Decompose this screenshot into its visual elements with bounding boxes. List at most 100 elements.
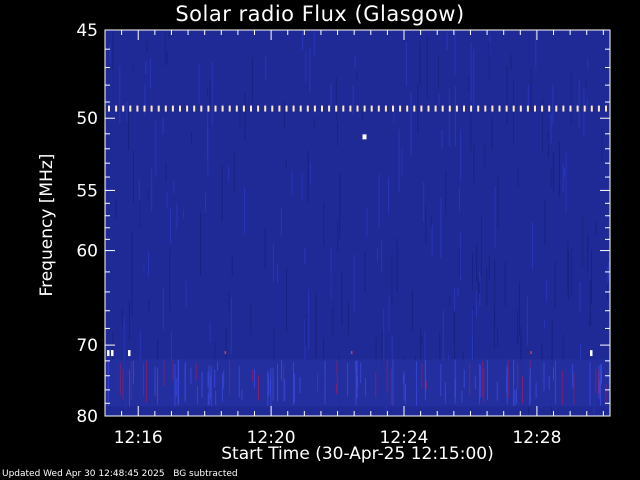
noise-streak xyxy=(176,203,178,229)
noise-streak xyxy=(109,44,111,64)
noise-streak xyxy=(244,93,246,140)
interference-dot xyxy=(342,105,345,112)
noise-streak xyxy=(183,209,185,219)
noise-streak xyxy=(438,56,440,89)
noise-streak xyxy=(168,30,170,40)
interference-dot xyxy=(115,105,118,112)
noise-streak xyxy=(601,127,603,162)
noise-streak xyxy=(221,165,223,222)
band-streak xyxy=(463,369,465,389)
noise-streak xyxy=(493,309,495,350)
noise-streak xyxy=(497,176,499,228)
band-streak xyxy=(478,364,480,405)
noise-streak xyxy=(264,227,266,270)
noise-streak xyxy=(244,188,245,235)
noise-streak xyxy=(146,41,148,54)
noise-streak xyxy=(162,287,164,330)
noise-streak xyxy=(305,51,307,83)
noise-streak xyxy=(494,185,496,249)
noise-streak xyxy=(121,309,123,326)
band-streak xyxy=(217,361,218,371)
band-streak xyxy=(267,373,269,396)
noise-streak xyxy=(304,318,306,362)
band-streak xyxy=(605,384,607,403)
noise-streak xyxy=(132,65,134,74)
noise-streak xyxy=(330,247,332,299)
band-streak xyxy=(258,374,259,401)
band-streak xyxy=(238,366,240,397)
noise-streak xyxy=(446,32,448,51)
plot-background xyxy=(105,30,610,416)
interference-dot xyxy=(534,105,536,112)
interference-dot xyxy=(271,105,274,112)
interference-dot xyxy=(455,105,458,112)
noise-streak xyxy=(568,250,570,301)
band-streak xyxy=(190,367,192,384)
noise-streak xyxy=(544,199,546,246)
interference-dot xyxy=(406,105,409,112)
noise-streak xyxy=(162,118,164,135)
interference-dot xyxy=(363,105,366,112)
interference-dot xyxy=(228,105,231,112)
interference-dot xyxy=(512,105,515,112)
band-streak xyxy=(283,364,285,401)
interference-dot xyxy=(605,105,607,112)
noise-streak xyxy=(497,329,499,347)
interference-dot xyxy=(491,105,494,112)
noise-streak xyxy=(185,280,187,308)
noise-streak xyxy=(405,42,407,86)
band-streak xyxy=(507,359,509,398)
band-streak xyxy=(573,373,575,405)
band-streak xyxy=(415,361,417,407)
band-streak xyxy=(122,369,124,400)
noise-streak xyxy=(506,66,508,126)
interference-dot xyxy=(150,105,153,112)
band-streak xyxy=(474,375,476,389)
interference-dot xyxy=(242,105,245,112)
noise-streak xyxy=(337,222,339,252)
band-streak xyxy=(229,360,231,395)
noise-streak xyxy=(211,61,213,126)
noise-streak xyxy=(431,222,433,255)
band-streak xyxy=(483,368,485,403)
interference-dot xyxy=(285,105,288,112)
band-streak xyxy=(241,390,243,400)
band-streak xyxy=(522,376,523,404)
noise-streak xyxy=(366,208,368,238)
noise-streak xyxy=(562,163,564,193)
noise-streak xyxy=(239,106,241,126)
noise-streak xyxy=(587,234,589,274)
noise-streak xyxy=(151,168,153,213)
noise-streak xyxy=(587,59,589,69)
noise-streak xyxy=(396,237,398,293)
interference-dot xyxy=(370,105,373,112)
y-tick-label: 60 xyxy=(76,242,98,262)
noise-streak xyxy=(606,266,608,285)
band-streak xyxy=(272,367,274,401)
noise-streak xyxy=(147,189,149,202)
band-streak xyxy=(425,360,427,393)
x-tick-label: 12:20 xyxy=(247,428,296,448)
band-streak xyxy=(324,360,326,405)
noise-streak xyxy=(250,303,252,335)
noise-streak xyxy=(468,76,470,92)
noise-streak xyxy=(205,193,206,214)
noise-streak xyxy=(139,199,140,228)
band-streak xyxy=(196,386,198,404)
noise-streak xyxy=(305,314,307,346)
noise-streak xyxy=(230,297,232,355)
noise-streak xyxy=(491,118,493,150)
noise-streak xyxy=(283,101,285,129)
band-streak xyxy=(595,367,597,393)
band-streak xyxy=(317,373,318,392)
band-streak xyxy=(444,382,446,404)
interference-dot xyxy=(235,105,238,112)
noise-streak xyxy=(585,80,587,89)
noise-streak xyxy=(476,291,478,318)
noise-streak xyxy=(454,86,456,147)
noise-streak xyxy=(457,287,459,297)
noise-streak xyxy=(251,57,253,104)
noise-streak xyxy=(155,120,157,177)
noise-streak xyxy=(308,289,310,350)
noise-streak xyxy=(582,215,584,267)
